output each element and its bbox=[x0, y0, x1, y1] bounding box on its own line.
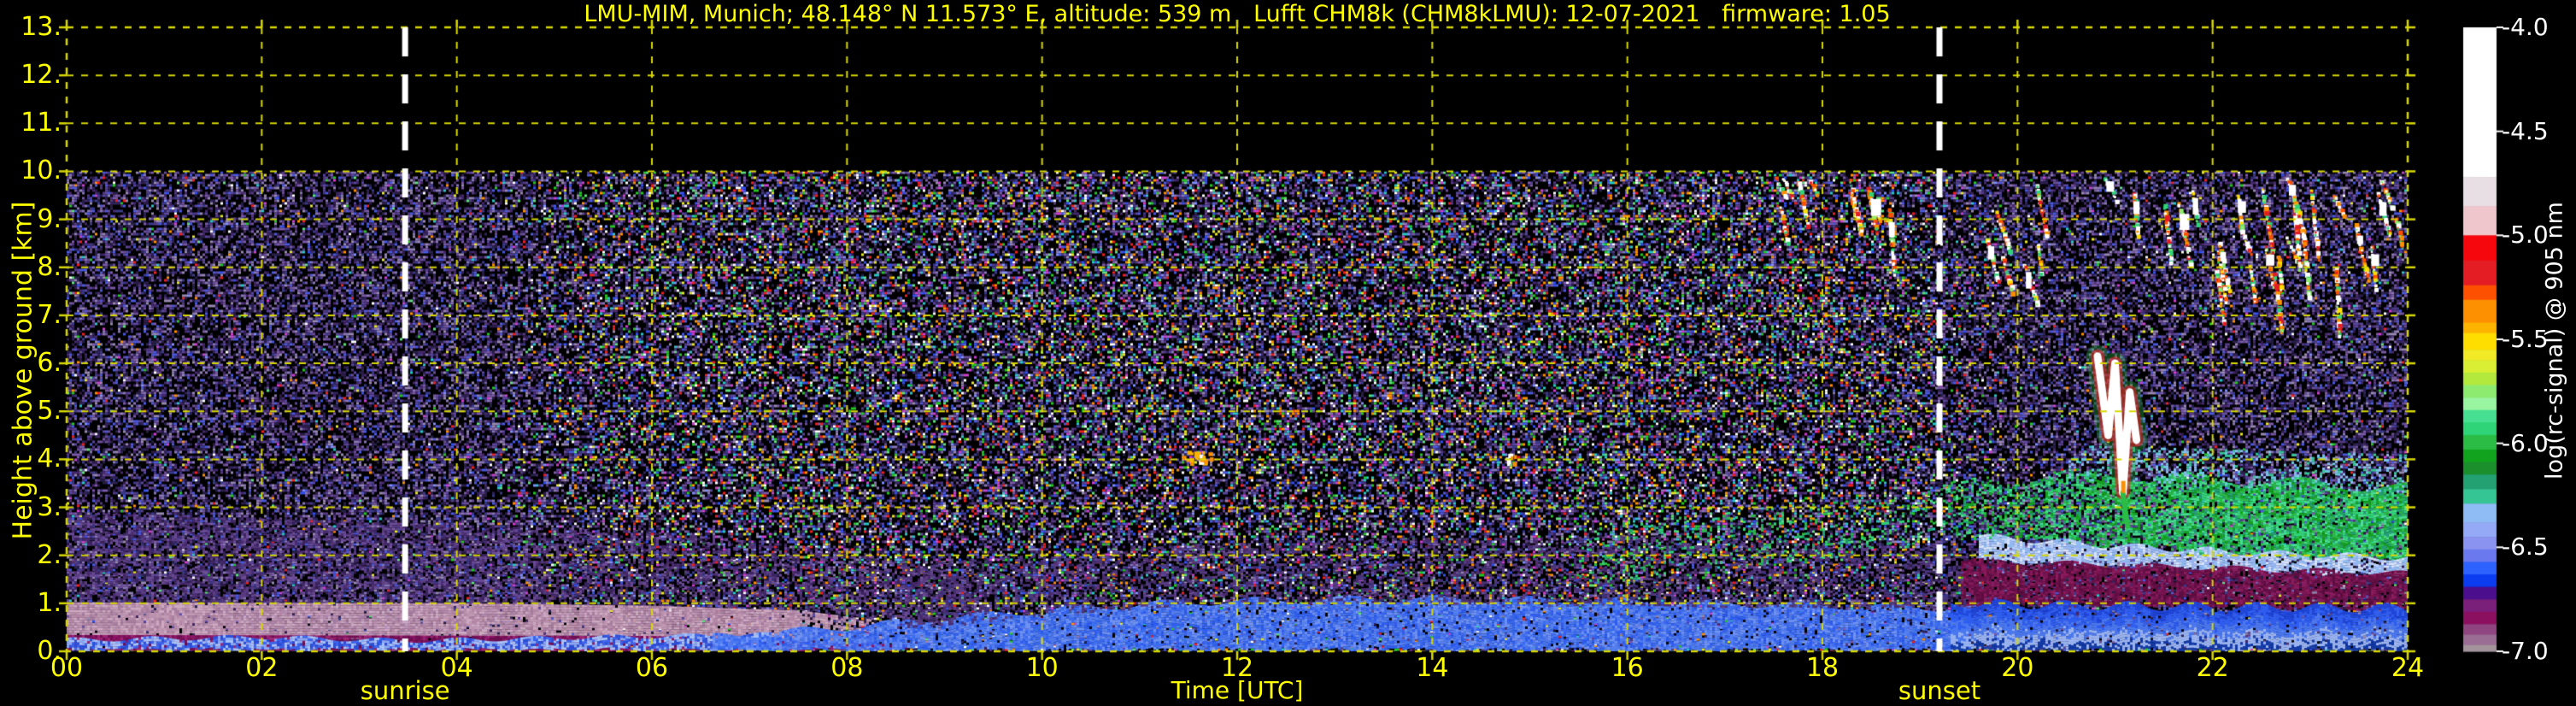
colorbar-tick-label: -6.5 bbox=[2502, 532, 2549, 562]
heatmap-canvas bbox=[0, 0, 2576, 706]
y-tick-label: 9. bbox=[37, 203, 62, 234]
y-tick-label: 10. bbox=[21, 156, 62, 186]
x-tick-label: 02 bbox=[245, 653, 279, 683]
x-tick-label: 12 bbox=[1220, 653, 1254, 683]
y-tick-label: 12. bbox=[21, 60, 62, 91]
y-tick-label: 4. bbox=[37, 444, 62, 474]
y-tick-label: 13. bbox=[21, 12, 62, 42]
y-tick-label: 7. bbox=[37, 299, 62, 330]
x-tick-label: 20 bbox=[2001, 653, 2034, 683]
x-tick-label: 16 bbox=[1611, 653, 1644, 683]
x-tick-label: 06 bbox=[635, 653, 669, 683]
x-tick-label: 08 bbox=[830, 653, 864, 683]
y-tick-label: 2. bbox=[37, 539, 62, 570]
x-tick-label: 14 bbox=[1416, 653, 1449, 683]
colorbar-tick-label: -5.0 bbox=[2502, 221, 2549, 250]
colorbar-tick-label: -6.0 bbox=[2502, 428, 2549, 457]
x-tick-label: 18 bbox=[1805, 653, 1840, 683]
y-tick-label: 5. bbox=[37, 396, 62, 427]
y-tick-label: 11. bbox=[21, 108, 62, 138]
colorbar-tick-label: -4.0 bbox=[2502, 13, 2549, 41]
x-tick-label: 00 bbox=[50, 653, 84, 683]
y-tick-label: 3. bbox=[37, 491, 62, 522]
x-tick-label: 04 bbox=[440, 653, 473, 683]
ceilometer-quicklook-window: LMU-MIM, Munich; 48.148° N 11.573° E, al… bbox=[0, 0, 2576, 706]
y-tick-label: 1. bbox=[37, 587, 62, 618]
y-tick-label: 8. bbox=[37, 251, 62, 282]
y-tick-label: 6. bbox=[37, 348, 62, 379]
x-tick-label: 10 bbox=[1025, 653, 1059, 683]
colorbar-tick-label: -5.5 bbox=[2502, 325, 2549, 353]
x-tick-label: 22 bbox=[2196, 653, 2229, 683]
colorbar-tick-label: -7.0 bbox=[2502, 637, 2549, 665]
colorbar-tick-label: -4.5 bbox=[2502, 116, 2549, 145]
x-tick-label: 24 bbox=[2391, 653, 2425, 683]
page-title: LMU-MIM, Munich; 48.148° N 11.573° E, al… bbox=[584, 1, 1891, 27]
